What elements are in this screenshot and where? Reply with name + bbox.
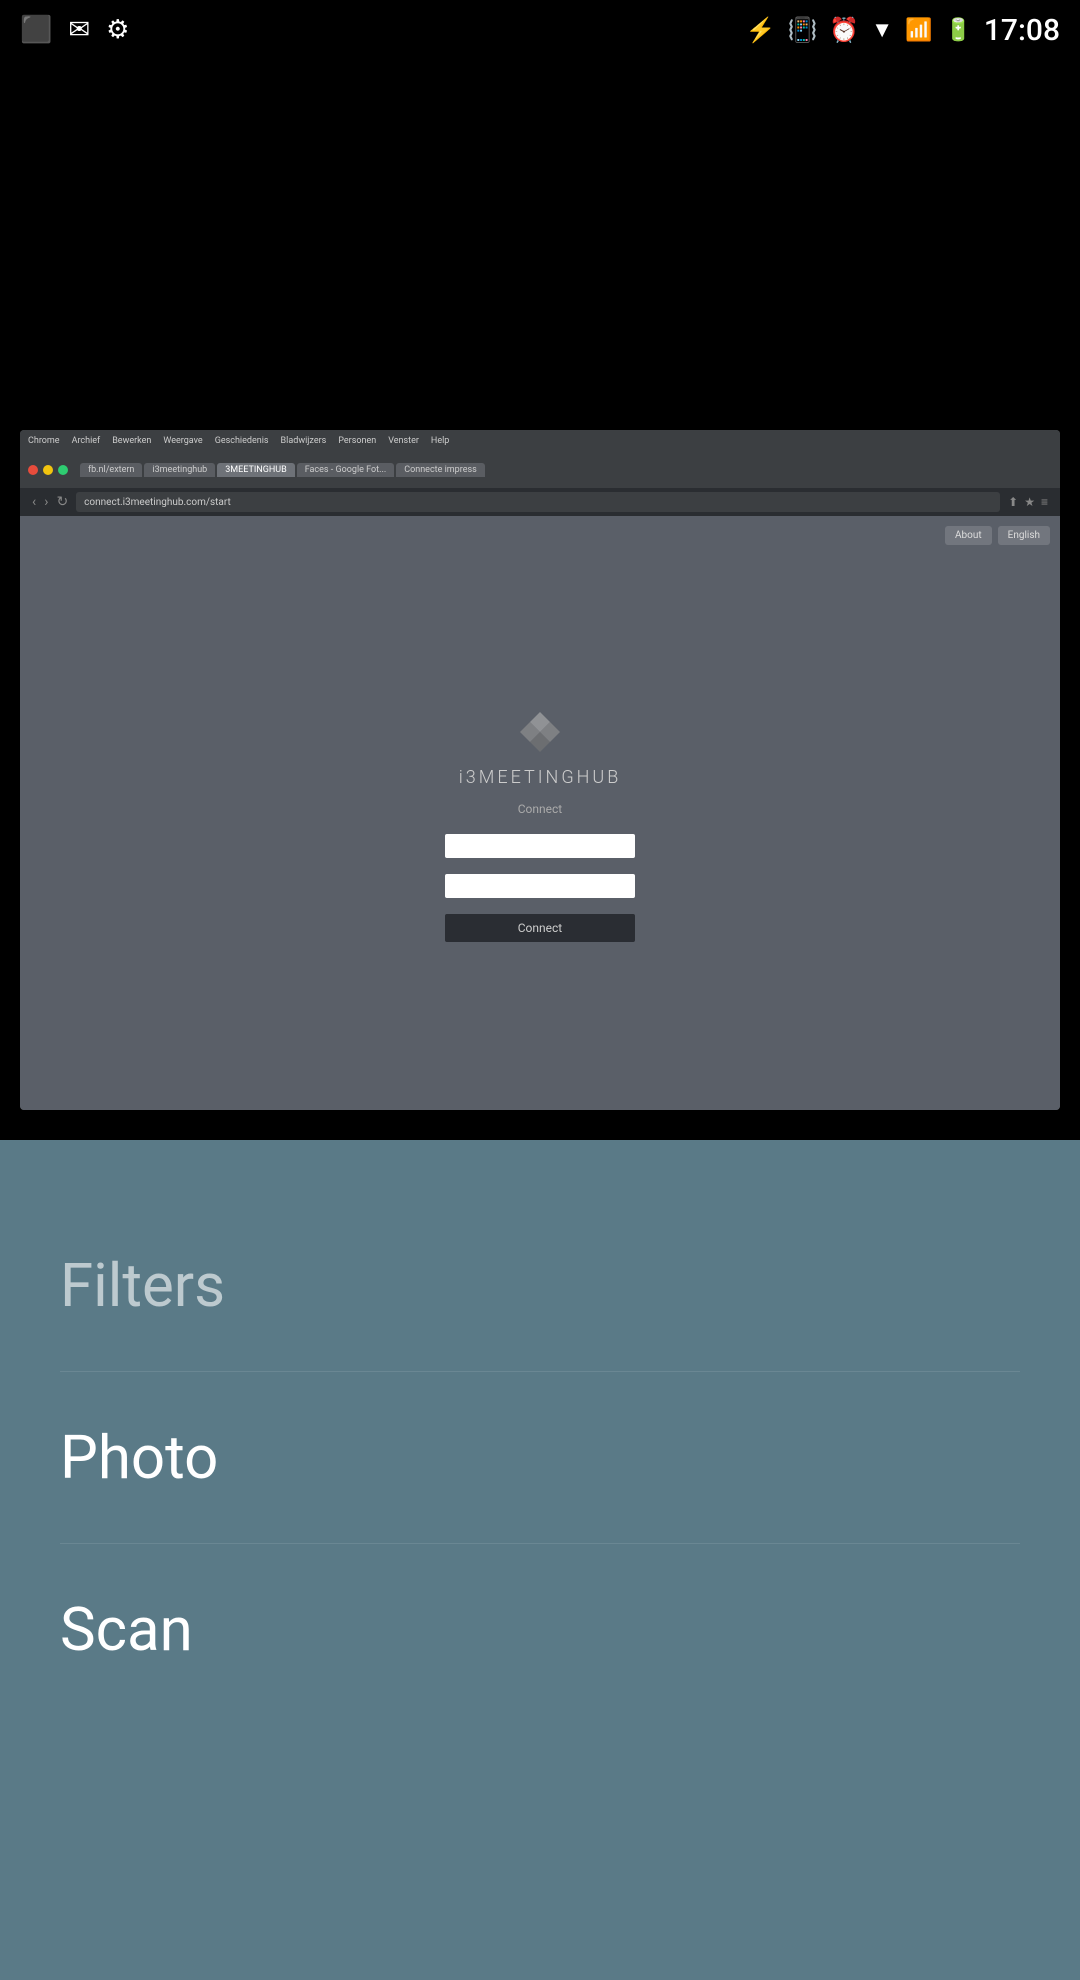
menu-personen: Personen xyxy=(338,436,376,446)
status-bar: ⬛ ✉ ⚙ ⚡ 📳 ⏰ ▼ 📶 🔋 17:08 xyxy=(0,0,1080,60)
menu-archief: Archief xyxy=(72,436,101,446)
traffic-light-maximize[interactable] xyxy=(58,465,68,475)
back-button[interactable]: ‹ xyxy=(32,494,36,510)
meetinghub-connect-button[interactable]: Connect xyxy=(445,914,635,942)
battery-icon: 🔋 xyxy=(944,18,971,43)
android-icon: ⚙ xyxy=(106,15,129,45)
alarm-icon: ⏰ xyxy=(829,16,859,44)
menu-help: Help xyxy=(431,436,449,446)
refresh-button[interactable]: ↻ xyxy=(56,494,68,510)
bottom-panel: Filters Photo Scan xyxy=(0,1140,1080,1980)
vibrate-icon: 📳 xyxy=(788,16,818,44)
status-icons-right: ⚡ 📳 ⏰ ▼ 📶 🔋 17:08 xyxy=(746,13,1060,48)
browser-actions: ⬆ ★ ≡ xyxy=(1008,495,1048,509)
menu-bewerken: Bewerken xyxy=(112,436,151,446)
browser-tab-2[interactable]: 3MEETINGHUB xyxy=(217,463,294,477)
bookmark-icon[interactable]: ★ xyxy=(1024,495,1035,509)
menu-weergave: Weergave xyxy=(163,436,202,446)
forward-button: › xyxy=(44,494,48,510)
photo-label: Photo xyxy=(60,1422,218,1493)
scan-label: Scan xyxy=(60,1594,193,1665)
wifi-icon: ▼ xyxy=(871,17,893,43)
meetinghub-logo-icon xyxy=(515,707,565,757)
traffic-light-close[interactable] xyxy=(28,465,38,475)
browser-address-bar: ‹ › ↻ connect.i3meetinghub.com/start ⬆ ★… xyxy=(20,488,1060,516)
share-icon[interactable]: ⬆ xyxy=(1008,495,1018,509)
status-time: 17:08 xyxy=(984,13,1060,48)
bluetooth-icon: ⚡ xyxy=(746,16,776,44)
traffic-lights xyxy=(28,465,68,475)
meetinghub-input-1[interactable] xyxy=(445,834,635,858)
website-content: About English i3MEETINGHUB Connect Conne… xyxy=(20,516,1060,1110)
status-icons-left: ⬛ ✉ ⚙ xyxy=(20,15,129,45)
browser-chrome-bar: fb.nl/extern i3meetinghub 3MEETINGHUB Fa… xyxy=(20,452,1060,488)
browser-tab-1[interactable]: i3meetinghub xyxy=(144,463,215,477)
meetinghub-input-2[interactable] xyxy=(445,874,635,898)
menu-chrome: Chrome xyxy=(28,436,60,446)
browser-tabs: fb.nl/extern i3meetinghub 3MEETINGHUB Fa… xyxy=(80,463,1052,477)
photo-item[interactable]: Photo xyxy=(60,1372,1020,1544)
website-top-buttons: About English xyxy=(945,526,1050,545)
menu-bladwijzers: Bladwijzers xyxy=(281,436,327,446)
browser-screenshot: Chrome Archief Bewerken Weergave Geschie… xyxy=(20,430,1060,1110)
browser-menu-bar: Chrome Archief Bewerken Weergave Geschie… xyxy=(20,430,1060,452)
browser-tab-3[interactable]: Faces - Google Fot... xyxy=(297,463,395,477)
settings-icon[interactable]: ≡ xyxy=(1041,495,1048,509)
photo-area: Chrome Archief Bewerken Weergave Geschie… xyxy=(0,60,1080,1140)
browser-url[interactable]: connect.i3meetinghub.com/start xyxy=(76,492,1000,512)
meetinghub-connect-label: Connect xyxy=(518,802,562,816)
menu-venster: Venster xyxy=(388,436,419,446)
about-button[interactable]: About xyxy=(945,526,992,545)
meetinghub-title: i3MEETINGHUB xyxy=(459,767,622,788)
browser-tab-0[interactable]: fb.nl/extern xyxy=(80,463,142,477)
filters-item[interactable]: Filters xyxy=(60,1200,1020,1372)
scan-item[interactable]: Scan xyxy=(60,1544,1020,1715)
language-button[interactable]: English xyxy=(998,526,1050,545)
gmail-icon: ✉ xyxy=(68,15,90,45)
menu-geschiedenis: Geschiedenis xyxy=(215,436,269,446)
browser-tab-4[interactable]: Connecte impress xyxy=(396,463,485,477)
filters-label: Filters xyxy=(60,1250,225,1321)
signal-icon: 📶 xyxy=(905,18,932,43)
gallery-icon: ⬛ xyxy=(20,15,52,45)
traffic-light-minimize[interactable] xyxy=(43,465,53,475)
